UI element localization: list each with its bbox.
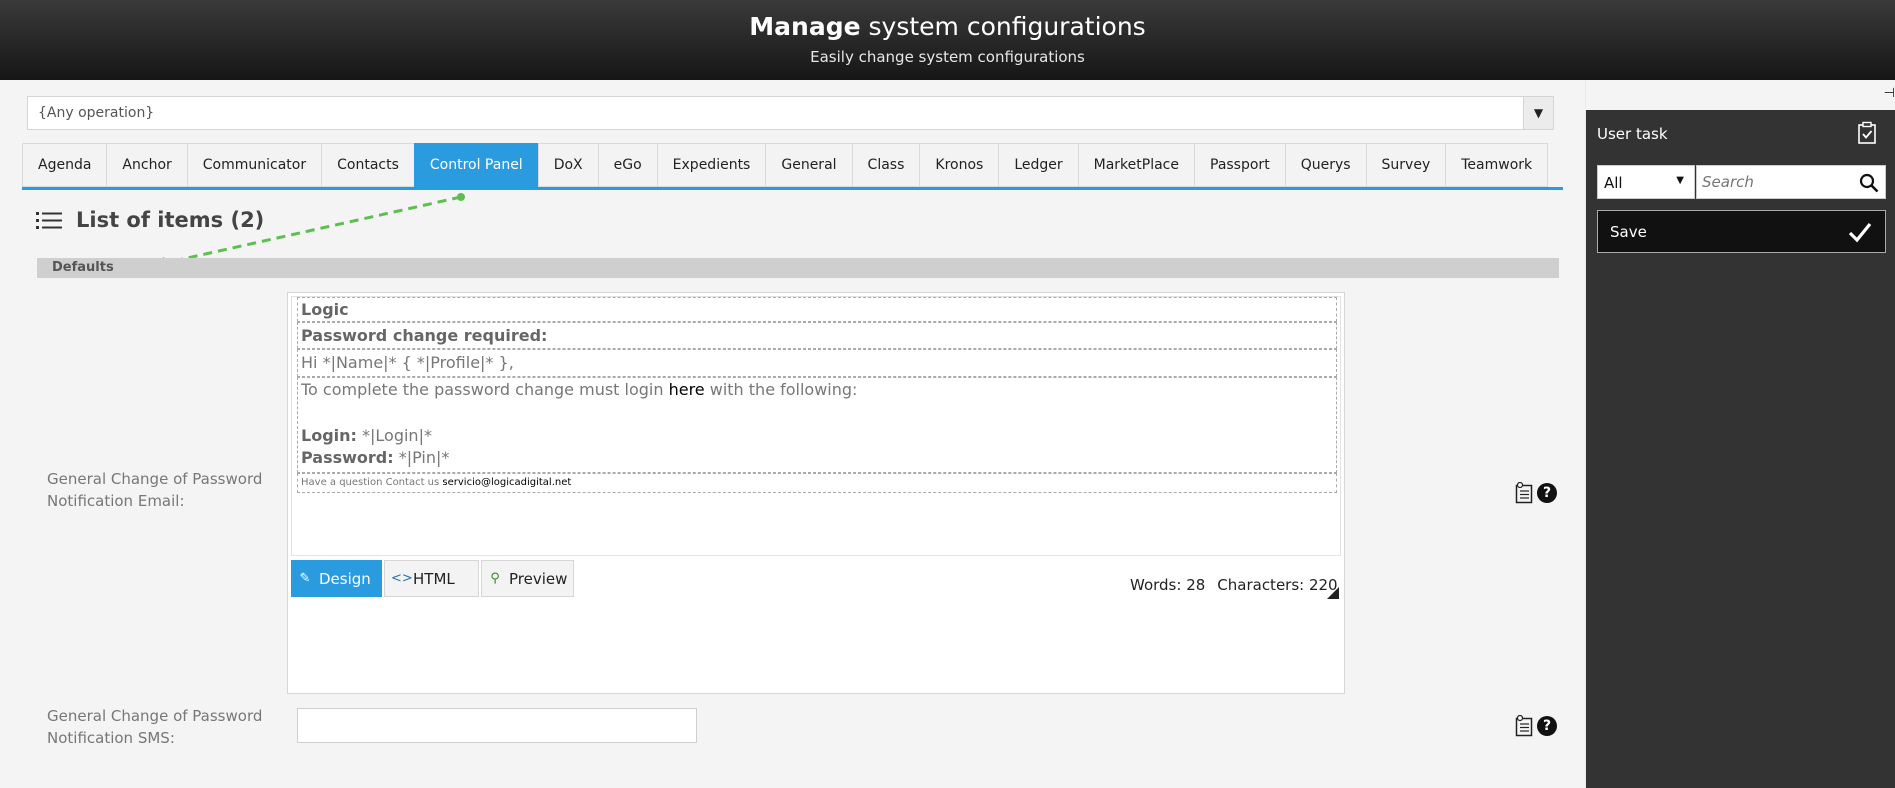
sms-notification-label: General Change of Password Notification … <box>47 705 262 749</box>
tab-expedients[interactable]: Expedients <box>656 143 766 187</box>
tab-teamwork[interactable]: Teamwork <box>1445 143 1549 187</box>
pin-icon[interactable]: ⊣ <box>1884 86 1895 101</box>
clipboard-check-icon[interactable] <box>1857 121 1877 145</box>
template-body-text: To complete the password change must log… <box>301 380 669 399</box>
template-body: To complete the password change must log… <box>297 377 1337 473</box>
operation-select-value: {Any operation} <box>38 105 155 121</box>
word-counter: Words: 28 Characters: 220 <box>1130 576 1338 594</box>
html-mode-label: HTML <box>413 569 455 588</box>
save-button[interactable]: Save <box>1597 210 1886 253</box>
template-heading: Password change required: <box>301 326 548 345</box>
pencil-icon: ✎ <box>299 571 311 586</box>
template-password-value: *|Pin|* <box>393 448 450 467</box>
page-title: Manage system configurations <box>0 12 1895 41</box>
tab-class[interactable]: Class <box>851 143 920 187</box>
sms-template-input[interactable] <box>297 708 697 743</box>
tab-agenda[interactable]: Agenda <box>22 143 107 187</box>
sms-field-actions: ? <box>1515 715 1557 737</box>
tab-contacts[interactable]: Contacts <box>321 143 414 187</box>
check-icon <box>1848 222 1872 243</box>
tab-general[interactable]: General <box>765 143 852 187</box>
sms-label-line2: Notification SMS: <box>47 729 175 747</box>
task-filter-select[interactable]: All ▼ <box>1597 165 1695 199</box>
module-tabs: Agenda Anchor Communicator Contacts Control … <box>22 143 1549 187</box>
word-count: Words: 28 <box>1130 576 1206 594</box>
task-search <box>1696 165 1886 199</box>
section-header-defaults: Defaults <box>37 258 1559 278</box>
preview-mode-label: Preview <box>509 569 568 588</box>
user-task-panel: ⊣ User task All ▼ Save <box>1586 80 1895 788</box>
tab-ego[interactable]: eGo <box>597 143 657 187</box>
tab-anchor[interactable]: Anchor <box>106 143 187 187</box>
template-login-label: Login: <box>301 426 357 445</box>
panel-pin-strip: ⊣ <box>1586 80 1895 110</box>
email-field-actions: ? <box>1515 482 1557 504</box>
search-icon[interactable] <box>1859 173 1879 193</box>
magnifier-icon: ⚲ <box>490 571 500 586</box>
email-notification-label: General Change of Password Notification … <box>47 468 262 512</box>
help-icon[interactable]: ? <box>1537 716 1557 736</box>
design-mode-button[interactable]: ✎ Design <box>291 560 382 597</box>
tab-passport[interactable]: Passport <box>1194 143 1285 187</box>
design-mode-label: Design <box>319 569 371 588</box>
template-login-value: *|Login|* <box>356 426 432 445</box>
html-mode-button[interactable]: <> HTML <box>384 560 479 597</box>
chevron-down-icon: ▼ <box>1676 175 1684 186</box>
template-logic-row: Logic <box>297 297 1337 322</box>
clipboard-icon[interactable] <box>1515 482 1533 504</box>
template-footer-text: Have a question Contact us <box>301 477 443 488</box>
app-header: Manage system configurations Easily chan… <box>0 0 1895 80</box>
clipboard-icon[interactable] <box>1515 715 1533 737</box>
email-label-line2: Notification Email: <box>47 492 185 510</box>
user-task-title: User task <box>1597 125 1668 143</box>
character-count: Characters: 220 <box>1217 576 1338 594</box>
task-search-input[interactable] <box>1697 166 1857 198</box>
main-area: {Any operation} ▼ Agenda Anchor Communicat… <box>0 80 1585 788</box>
page-title-bold: Manage <box>749 12 861 41</box>
template-password-label: Password: <box>301 448 394 467</box>
help-icon[interactable]: ? <box>1537 483 1557 503</box>
operation-select[interactable]: {Any operation} ▼ <box>27 96 1554 130</box>
chevron-down-icon[interactable]: ▼ <box>1523 97 1553 129</box>
template-logic: Logic <box>301 300 349 319</box>
template-heading-row: Password change required: <box>297 322 1337 349</box>
tab-ledger[interactable]: Ledger <box>998 143 1078 187</box>
template-greeting: Hi *|Name|* { *|Profile|* }, <box>301 353 514 372</box>
editor-design-area[interactable]: Logic Password change required: Hi *|Nam… <box>291 296 1341 556</box>
page-subtitle: Easily change system configurations <box>810 48 1085 66</box>
preview-mode-button[interactable]: ⚲ Preview <box>481 560 574 597</box>
save-button-label: Save <box>1610 223 1647 241</box>
tab-marketplace[interactable]: MarketPlace <box>1077 143 1194 187</box>
tab-survey[interactable]: Survey <box>1365 143 1446 187</box>
email-label-line1: General Change of Password <box>47 470 263 488</box>
template-footer-row: Have a question Contact us servicio@logi… <box>297 473 1337 493</box>
tab-querys[interactable]: Querys <box>1284 143 1366 187</box>
template-here-link[interactable]: here <box>669 380 705 399</box>
tab-dox[interactable]: DoX <box>537 143 598 187</box>
tab-control-panel[interactable]: Control Panel <box>413 143 538 187</box>
code-icon: <> <box>391 571 413 586</box>
email-template-editor: Logic Password change required: Hi *|Nam… <box>287 292 1345 694</box>
template-body-text-after: with the following: <box>704 380 858 399</box>
tab-communicator[interactable]: Communicator <box>186 143 322 187</box>
resize-grip-icon[interactable] <box>1327 587 1339 599</box>
sms-label-line1: General Change of Password <box>47 707 263 725</box>
template-greeting-row: Hi *|Name|* { *|Profile|* }, <box>297 349 1337 377</box>
list-icon <box>36 212 62 229</box>
tab-kronos[interactable]: Kronos <box>919 143 999 187</box>
page-title-rest: system configurations <box>860 12 1146 41</box>
task-filter-value: All <box>1604 174 1623 192</box>
template-footer-email[interactable]: servicio@logicadigital.net <box>442 477 571 488</box>
